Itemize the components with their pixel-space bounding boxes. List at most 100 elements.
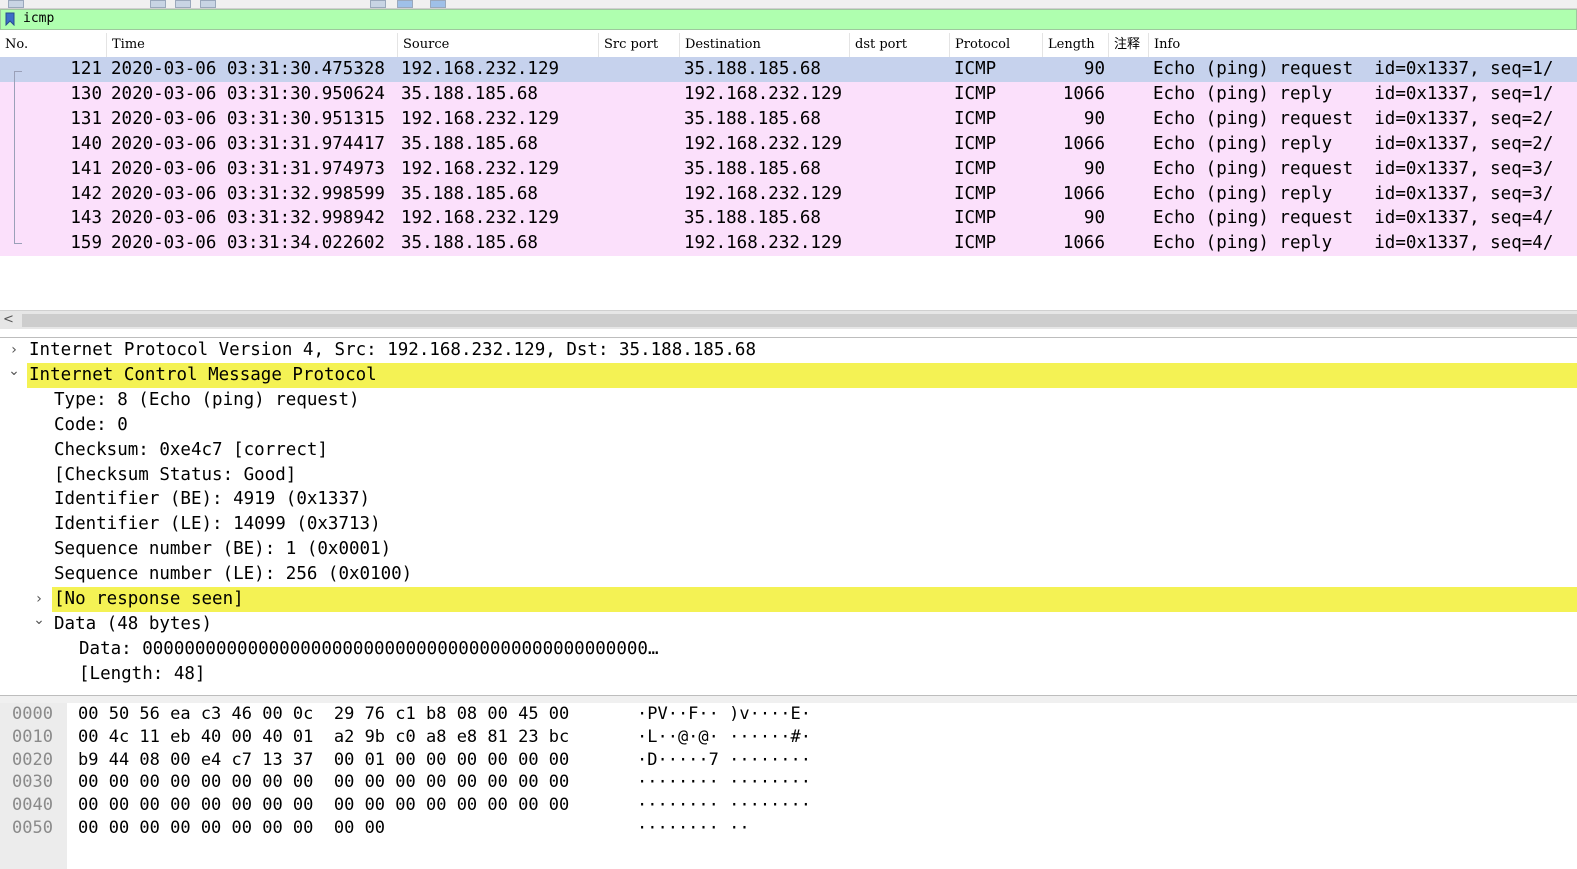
cell-no: 121: [70, 59, 102, 79]
table-row[interactable]: 141 2020-03-06 03:31:31.974973 192.168.232…: [0, 156, 1577, 182]
cell-protocol: ICMP: [954, 158, 997, 179]
scrollbar-thumb[interactable]: [22, 314, 1577, 327]
ascii-bytes[interactable]: ········ ········: [637, 771, 811, 794]
table-row[interactable]: 131 2020-03-06 03:31:30.951315 192.168.232…: [0, 106, 1577, 132]
detail-item[interactable]: Sequence number (BE): 1 (0x0001): [0, 537, 1577, 562]
cell-destination: 192.168.232.129: [684, 183, 843, 204]
table-row[interactable]: 143 2020-03-06 03:31:32.998942 192.168.232…: [0, 206, 1577, 232]
hex-bytes[interactable]: b9 44 08 00 e4 c7 13 37 00 01 00 00 00 0…: [78, 749, 569, 772]
hex-bytes[interactable]: 00 4c 11 eb 40 00 40 01 a2 9b c0 a8 e8 8…: [78, 726, 569, 749]
byte-offset: 0040: [12, 795, 53, 816]
table-row[interactable]: 159 2020-03-06 03:31:34.022602 35.188.185.…: [0, 231, 1577, 257]
hex-bytes[interactable]: 00 50 56 ea c3 46 00 0c 29 76 c1 b8 08 0…: [78, 703, 569, 726]
cell-length: 90: [1083, 208, 1105, 229]
toolbar-button[interactable]: [175, 0, 191, 8]
bytes-row: 0050 00 00 00 00 00 00 00 00 00 00 ·······…: [0, 817, 1577, 840]
cell-no: 143: [70, 208, 102, 229]
cell-protocol: ICMP: [954, 183, 997, 204]
cell-destination: 192.168.232.129: [684, 83, 843, 104]
detail-item[interactable]: Code: 0: [0, 413, 1577, 438]
detail-item[interactable]: › Internet Protocol Version 4, Src: 192.1…: [0, 338, 1577, 363]
column-header-destination[interactable]: Destination: [680, 33, 850, 57]
toolbar-button[interactable]: [430, 0, 446, 8]
packet-list: No. Time Source Src port Destination dst…: [0, 33, 1577, 309]
toolbar-button[interactable]: [397, 0, 413, 8]
display-filter-bar[interactable]: icmp: [0, 9, 1577, 30]
detail-item-label: Data (48 bytes): [54, 613, 213, 634]
cell-protocol: ICMP: [954, 83, 997, 104]
cell-destination: 192.168.232.129: [684, 133, 843, 154]
detail-item[interactable]: Identifier (BE): 4919 (0x1337): [0, 487, 1577, 512]
hex-bytes[interactable]: 00 00 00 00 00 00 00 00 00 00 00 00 00 0…: [78, 794, 569, 817]
detail-item-label: Type: 8 (Echo (ping) request): [54, 389, 360, 410]
bytes-row: 0010 00 4c 11 eb 40 00 40 01 a2 9b c0 a8 …: [0, 726, 1577, 749]
column-header-length[interactable]: Length: [1043, 33, 1109, 57]
cell-no: 140: [70, 133, 102, 154]
detail-item[interactable]: Sequence number (LE): 256 (0x0100): [0, 562, 1577, 587]
ascii-bytes[interactable]: ········ ········: [637, 794, 811, 817]
cell-length: 90: [1083, 108, 1105, 129]
table-row[interactable]: 121 2020-03-06 03:31:30.475328 192.168.232…: [0, 57, 1577, 82]
ascii-bytes[interactable]: ·L··@·@· ······#·: [637, 726, 811, 749]
column-header-info[interactable]: Info: [1149, 33, 1577, 57]
detail-item[interactable]: Identifier (LE): 14099 (0x3713): [0, 512, 1577, 537]
chevron-down-icon[interactable]: ⌄: [7, 363, 21, 388]
cell-time: 2020-03-06 03:31:30.950624: [111, 83, 385, 104]
detail-item[interactable]: ⌄ Internet Control Message Protocol: [8, 362, 1577, 388]
table-row[interactable]: 142 2020-03-06 03:31:32.998599 35.188.185.…: [0, 181, 1577, 207]
detail-item[interactable]: Checksum: 0xe4c7 [correct]: [0, 438, 1577, 463]
cell-time: 2020-03-06 03:31:32.998599: [111, 183, 385, 204]
cell-source: 35.188.185.68: [401, 183, 538, 204]
ascii-bytes[interactable]: ·D·····7 ········: [637, 749, 811, 772]
toolbar-button[interactable]: [150, 0, 166, 8]
ascii-bytes[interactable]: ·PV··F·· )v····E·: [637, 703, 811, 726]
detail-item-label: Sequence number (BE): 1 (0x0001): [54, 539, 392, 560]
column-header-comment[interactable]: 注释: [1109, 33, 1149, 57]
table-row[interactable]: 130 2020-03-06 03:31:30.950624 35.188.185.…: [0, 81, 1577, 107]
cell-protocol: ICMP: [954, 59, 997, 79]
cell-no: 159: [70, 233, 102, 254]
filter-input[interactable]: icmp: [23, 11, 54, 26]
cell-info: Echo (ping) request id=0x1337, seq=1/: [1153, 59, 1554, 79]
cell-source: 192.168.232.129: [401, 208, 560, 229]
ascii-bytes[interactable]: ········ ··: [637, 817, 750, 840]
detail-item[interactable]: › [No response seen]: [36, 587, 1577, 612]
scroll-left-arrow-icon[interactable]: <: [3, 311, 17, 329]
column-header-no[interactable]: No.: [0, 33, 107, 57]
column-header-protocol[interactable]: Protocol: [950, 33, 1043, 57]
column-header-src-port[interactable]: Src port: [599, 33, 680, 57]
column-header-source[interactable]: Source: [398, 33, 599, 57]
chevron-down-icon[interactable]: ⌄: [32, 612, 46, 637]
toolbar-button[interactable]: [200, 0, 216, 8]
cell-destination: 35.188.185.68: [684, 59, 821, 79]
chevron-right-icon[interactable]: ›: [7, 338, 21, 363]
toolbar-button[interactable]: [370, 0, 386, 8]
bookmark-icon[interactable]: [5, 12, 15, 26]
cell-info: Echo (ping) request id=0x1337, seq=4/: [1153, 208, 1554, 229]
cell-protocol: ICMP: [954, 133, 997, 154]
cell-time: 2020-03-06 03:31:32.998942: [111, 208, 385, 229]
column-header-time[interactable]: Time: [107, 33, 398, 57]
byte-offset: 0010: [12, 726, 53, 747]
table-row[interactable]: 140 2020-03-06 03:31:31.974417 35.188.185.…: [0, 131, 1577, 157]
detail-item-label: Internet Protocol Version 4, Src: 192.16…: [29, 340, 756, 360]
detail-item-label: Sequence number (LE): 256 (0x0100): [54, 564, 413, 585]
detail-item[interactable]: [Length: 48]: [0, 662, 1577, 687]
detail-item[interactable]: Type: 8 (Echo (ping) request): [0, 388, 1577, 413]
detail-item[interactable]: Data: 0000000000000000000000000000000000…: [0, 637, 1577, 662]
hex-bytes[interactable]: 00 00 00 00 00 00 00 00 00 00 00 00 00 0…: [78, 771, 569, 794]
detail-item[interactable]: ⌄ Data (48 bytes): [0, 612, 1577, 637]
toolbar-button[interactable]: [8, 0, 24, 8]
chevron-right-icon[interactable]: ›: [32, 587, 46, 612]
cell-length: 1066: [1062, 83, 1105, 104]
hex-bytes[interactable]: 00 00 00 00 00 00 00 00 00 00: [78, 817, 385, 840]
packet-list-horizontal-scrollbar[interactable]: <: [0, 310, 1577, 329]
detail-item[interactable]: [Checksum Status: Good]: [0, 463, 1577, 488]
cell-info: Echo (ping) reply id=0x1337, seq=2/: [1153, 133, 1554, 154]
byte-offset: 0020: [12, 749, 53, 770]
cell-destination: 35.188.185.68: [684, 208, 821, 229]
column-header-dst-port[interactable]: dst port: [850, 33, 950, 57]
cell-info: Echo (ping) reply id=0x1337, seq=4/: [1153, 233, 1554, 254]
detail-item-label: Identifier (BE): 4919 (0x1337): [54, 489, 371, 510]
cell-time: 2020-03-06 03:31:30.475328: [111, 59, 385, 79]
